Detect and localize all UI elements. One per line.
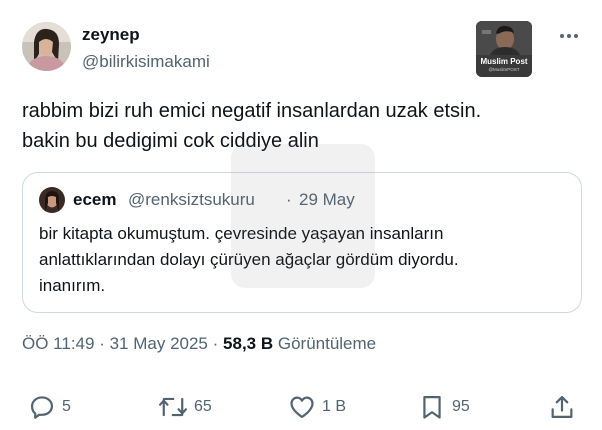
- tweet-date[interactable]: 31 May 2025: [110, 334, 208, 353]
- view-count: 58,3 B: [223, 334, 274, 353]
- bookmark-icon: [423, 395, 441, 419]
- tweet-meta: ÖÖ 11:49 · 31 May 2025 · 58,3 B Görüntül…: [22, 334, 376, 354]
- repost-count: 65: [194, 398, 212, 415]
- author-handle[interactable]: @bilirkisimakami: [82, 52, 210, 72]
- bookmark-button[interactable]: 95: [418, 392, 470, 422]
- tweet-time[interactable]: ÖÖ 11:49: [22, 334, 94, 353]
- badge-subtitle: @MuslimPOST: [488, 67, 520, 72]
- watermark: [231, 144, 375, 288]
- repost-button[interactable]: 65: [158, 392, 212, 422]
- share-icon: [551, 395, 573, 419]
- badge-title: Muslim Post: [480, 57, 528, 66]
- views-label: Görüntüleme: [277, 334, 377, 353]
- tweet-text-line: rabbim bizi ruh emici negatif insanlarda…: [22, 100, 482, 122]
- bookmark-count: 95: [452, 398, 470, 415]
- action-bar: 5 65 1 B 95: [0, 392, 602, 422]
- meta-separator: ·: [99, 334, 105, 353]
- meta-separator: ·: [212, 334, 219, 353]
- more-options-icon[interactable]: [556, 24, 582, 50]
- reply-count: 5: [62, 398, 71, 415]
- author-name[interactable]: zeynep: [82, 25, 140, 45]
- reply-icon: [30, 396, 54, 419]
- author-avatar[interactable]: [22, 22, 71, 71]
- like-count: 1 B: [322, 398, 347, 415]
- muslim-post-badge[interactable]: Muslim Post @MuslimPOST: [476, 21, 532, 77]
- share-button[interactable]: [548, 392, 576, 422]
- reply-button[interactable]: 5: [28, 392, 71, 422]
- repost-icon: [158, 397, 188, 417]
- heart-icon: [290, 396, 314, 419]
- quoted-author-avatar[interactable]: [39, 187, 65, 213]
- tweet: zeynep @bilirkisimakami Muslim Post @Mus…: [0, 0, 602, 430]
- like-button[interactable]: 1 B: [288, 392, 346, 422]
- quoted-author-name[interactable]: ecem: [73, 190, 116, 210]
